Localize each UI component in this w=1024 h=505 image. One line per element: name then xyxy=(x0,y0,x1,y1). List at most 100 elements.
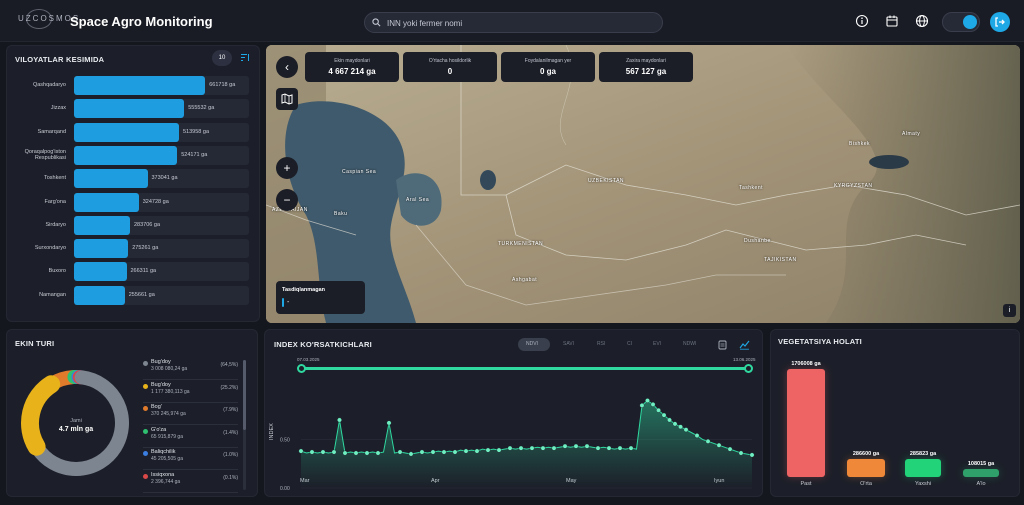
crop-item[interactable]: Baliqchilik 45 205,505 ga (1.0%) xyxy=(143,448,238,470)
crop-color-dot xyxy=(143,383,148,389)
index-point[interactable] xyxy=(309,449,315,455)
index-point[interactable] xyxy=(683,427,689,433)
index-point[interactable] xyxy=(342,450,348,456)
index-point[interactable] xyxy=(496,447,502,453)
tab-ndvi[interactable]: NDVI xyxy=(526,341,538,347)
tab-rsi[interactable]: RSI xyxy=(597,341,605,347)
vegetation-bar[interactable] xyxy=(905,458,941,477)
index-point[interactable] xyxy=(628,445,634,451)
index-point[interactable] xyxy=(337,417,342,423)
index-point[interactable] xyxy=(639,403,645,408)
crop-item[interactable]: Bug'doy 1 177 380,113 ga (25.2%) xyxy=(143,381,238,403)
donut-slice[interactable] xyxy=(21,375,61,456)
index-point[interactable] xyxy=(606,445,612,451)
index-point[interactable] xyxy=(331,449,337,455)
theme-toggle[interactable] xyxy=(942,12,980,32)
index-point[interactable] xyxy=(661,412,667,418)
search-box[interactable] xyxy=(364,12,663,33)
region-row[interactable]: 513958 ga xyxy=(74,122,249,142)
vegetation-bar[interactable] xyxy=(787,369,825,477)
region-row[interactable]: 275261 ga xyxy=(74,239,249,259)
index-point[interactable] xyxy=(408,451,414,457)
index-point[interactable] xyxy=(617,445,623,451)
index-point[interactable] xyxy=(320,449,326,455)
date-range-slider[interactable] xyxy=(301,367,749,370)
index-point[interactable] xyxy=(485,447,491,453)
crops-scrollbar[interactable] xyxy=(243,360,246,490)
region-row[interactable]: 373041 ga xyxy=(74,169,249,189)
map-info-button[interactable]: i xyxy=(1003,304,1016,317)
region-row[interactable]: 283706 ga xyxy=(74,215,249,235)
calendar-icon[interactable] xyxy=(885,14,899,28)
tab-ci[interactable]: CI xyxy=(627,341,632,347)
index-point[interactable] xyxy=(667,417,672,423)
region-row[interactable]: 524171 ga xyxy=(74,145,249,165)
index-point[interactable] xyxy=(645,398,650,403)
y-axis-label: INDEX xyxy=(269,423,275,440)
index-point[interactable] xyxy=(694,433,700,438)
index-point[interactable] xyxy=(507,445,513,451)
vegetation-bar[interactable] xyxy=(847,458,885,477)
crops-scroll-thumb[interactable] xyxy=(243,360,246,430)
index-point[interactable] xyxy=(573,443,579,449)
region-row[interactable]: 255661 ga xyxy=(74,285,249,305)
zoom-out-button[interactable]: − xyxy=(276,189,298,211)
index-point[interactable] xyxy=(562,443,568,449)
zoom-in-button[interactable]: + xyxy=(276,157,298,179)
logout-button[interactable] xyxy=(990,12,1010,32)
index-point[interactable] xyxy=(419,449,425,455)
index-point[interactable] xyxy=(298,448,304,454)
crop-name: Bug'doy xyxy=(151,359,171,365)
index-point[interactable] xyxy=(650,402,656,407)
index-point[interactable] xyxy=(375,450,381,456)
index-point[interactable] xyxy=(474,448,480,454)
index-point[interactable] xyxy=(749,452,755,458)
index-point[interactable] xyxy=(463,448,469,454)
index-point[interactable] xyxy=(595,445,601,451)
globe-icon[interactable] xyxy=(915,14,929,28)
region-row[interactable]: 266311 ga xyxy=(74,262,249,282)
index-point[interactable] xyxy=(656,407,661,413)
range-handle-end[interactable] xyxy=(744,364,753,373)
index-point[interactable] xyxy=(705,438,711,444)
region-row[interactable]: 324728 ga xyxy=(74,192,249,212)
map-view[interactable]: UZBEKISTAN TURKMENISTAN KYRGYZSTAN TAJIK… xyxy=(266,45,1020,323)
crop-item[interactable]: G'o'za 65 915,879 ga (1.4%) xyxy=(143,426,238,448)
vegetation-bar[interactable] xyxy=(963,469,999,477)
index-point[interactable] xyxy=(584,443,590,449)
map-layers-button[interactable] xyxy=(276,88,298,110)
range-handle-start[interactable] xyxy=(297,364,306,373)
index-point[interactable] xyxy=(518,445,524,451)
info-icon[interactable] xyxy=(855,14,869,28)
crop-item[interactable]: Issiqxona 2 396,744 ga (0.1%) xyxy=(143,471,238,493)
index-point[interactable] xyxy=(678,424,683,430)
index-point[interactable] xyxy=(716,442,722,448)
crop-item[interactable]: Bug'doy 3 008 080,24 ga (64,5%) xyxy=(143,358,238,380)
crop-item[interactable]: Bog' 370 245,974 ga (7.9%) xyxy=(143,403,238,425)
index-point[interactable] xyxy=(397,449,403,455)
tab-savi[interactable]: SAVI xyxy=(563,341,574,347)
index-point[interactable] xyxy=(540,445,546,451)
index-point[interactable] xyxy=(430,449,436,455)
region-name: Qashqadaryo xyxy=(32,82,66,88)
index-point[interactable] xyxy=(529,445,535,451)
index-point[interactable] xyxy=(353,450,359,456)
index-point[interactable] xyxy=(452,449,458,455)
index-point[interactable] xyxy=(738,450,744,456)
index-point[interactable] xyxy=(551,445,557,451)
document-icon[interactable] xyxy=(718,340,727,350)
index-point[interactable] xyxy=(386,420,392,426)
back-button[interactable]: ‹ xyxy=(276,56,298,78)
line-chart-icon[interactable] xyxy=(739,340,750,350)
index-point[interactable] xyxy=(727,446,733,452)
region-row[interactable]: 661718 ga xyxy=(74,76,249,95)
region-row[interactable]: 555532 ga xyxy=(74,99,249,119)
tab-evi[interactable]: EVI xyxy=(653,341,661,347)
index-point[interactable] xyxy=(441,449,447,455)
tab-ndwi[interactable]: NDWI xyxy=(683,341,696,347)
sort-icon[interactable] xyxy=(240,53,250,62)
regions-count-badge[interactable]: 10 xyxy=(212,50,232,66)
index-point[interactable] xyxy=(364,450,370,456)
index-point[interactable] xyxy=(672,421,678,427)
search-input[interactable] xyxy=(387,16,647,30)
